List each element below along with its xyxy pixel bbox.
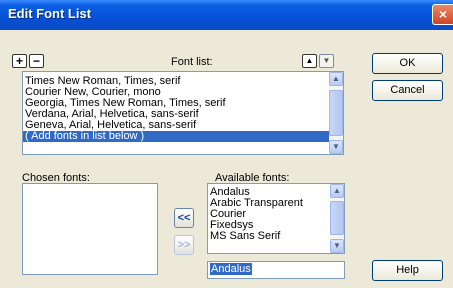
available-fonts-items: Andalus Arabic Transparent Courier Fixed… xyxy=(208,187,330,242)
scroll-down-icon[interactable]: ▼ xyxy=(330,239,344,253)
remove-from-chosen-button[interactable]: >> xyxy=(174,235,194,255)
scroll-up-icon[interactable]: ▲ xyxy=(330,184,344,198)
scroll-up-icon[interactable]: ▲ xyxy=(329,72,343,86)
move-up-button[interactable]: ▲ xyxy=(302,54,317,68)
font-name-input[interactable]: Andalus xyxy=(207,261,345,279)
ok-button[interactable]: OK xyxy=(372,53,443,74)
remove-font-button[interactable]: − xyxy=(29,54,44,68)
chosen-fonts-listbox[interactable] xyxy=(22,183,158,275)
font-list-scrollbar[interactable]: ▲ ▼ xyxy=(329,72,343,154)
font-list-item-selected[interactable]: ( Add fonts in list below ) xyxy=(23,131,329,142)
window-title: Edit Font List xyxy=(8,6,92,21)
font-list-listbox[interactable]: Times New Roman, Times, serif Courier Ne… xyxy=(22,71,344,155)
available-fonts-scrollbar[interactable]: ▲ ▼ xyxy=(330,184,344,253)
cancel-button[interactable]: Cancel xyxy=(372,80,443,101)
close-icon[interactable]: × xyxy=(432,4,453,25)
available-font-item[interactable]: MS Sans Serif xyxy=(208,231,330,242)
scroll-thumb[interactable] xyxy=(330,201,344,235)
font-list-label: Font list: xyxy=(171,56,213,68)
title-bar[interactable]: Edit Font List × xyxy=(0,0,453,30)
help-button[interactable]: Help xyxy=(372,260,443,281)
scroll-thumb[interactable] xyxy=(329,90,343,136)
font-list-items: Times New Roman, Times, serif Courier Ne… xyxy=(23,76,329,142)
add-font-button[interactable]: + xyxy=(12,54,27,68)
scroll-down-icon[interactable]: ▼ xyxy=(329,140,343,154)
add-to-chosen-button[interactable]: << xyxy=(174,208,194,228)
move-down-button[interactable]: ▼ xyxy=(319,54,334,68)
font-name-input-value: Andalus xyxy=(210,263,252,275)
edit-font-list-dialog: Edit Font List × + − Font list: ▲ ▼ Time… xyxy=(0,0,453,288)
available-fonts-listbox[interactable]: Andalus Arabic Transparent Courier Fixed… xyxy=(207,183,345,254)
